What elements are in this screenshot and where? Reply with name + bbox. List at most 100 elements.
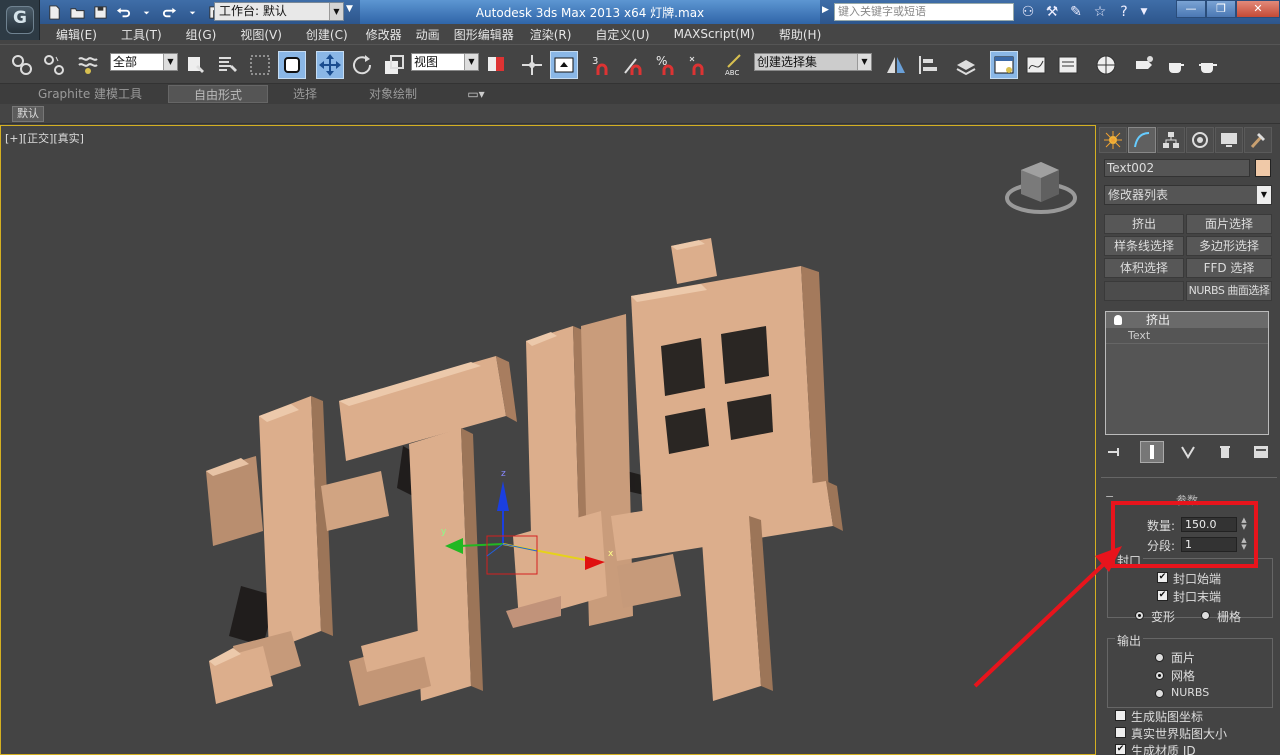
viewport-label[interactable]: [+][正交][真实] (5, 130, 84, 146)
viewcube[interactable] (1005, 162, 1077, 214)
gen-matid-checkbox[interactable]: ✔ (1115, 744, 1126, 755)
favorites-icon[interactable]: ☆ (1090, 2, 1110, 21)
ribbon-default-chip[interactable]: 默认 (12, 106, 44, 122)
redo-button[interactable] (159, 3, 179, 21)
grid-radio[interactable] (1201, 611, 1210, 620)
tab-create[interactable] (1099, 127, 1127, 153)
window-crossing-button[interactable] (278, 51, 306, 79)
output-nurbs-radio[interactable] (1155, 689, 1164, 698)
morph-radio[interactable] (1135, 611, 1144, 620)
menu-graph-editors[interactable]: 图形编辑器 (440, 26, 514, 43)
save-file-button[interactable] (90, 3, 110, 21)
tab-modify[interactable] (1128, 127, 1156, 153)
restore-button[interactable]: ❐ (1206, 0, 1236, 18)
tab-selection[interactable]: 选择 (270, 85, 340, 103)
percent-snap-button[interactable]: % (652, 51, 680, 79)
workspace-dropdown[interactable]: 工作台: 默认 ▼ (214, 2, 344, 21)
communication-icon[interactable]: ✎ (1066, 2, 1086, 21)
schematic-view-button[interactable] (1054, 51, 1082, 79)
unlink-button[interactable] (40, 51, 68, 79)
modifier-ffd-select-button[interactable]: FFD 选择 (1186, 258, 1272, 278)
lightbulb-icon[interactable] (1114, 315, 1122, 325)
keyboard-shortcut-override-button[interactable] (550, 51, 578, 79)
tab-display[interactable] (1215, 127, 1243, 153)
modifier-vol-select-button[interactable]: 体积选择 (1104, 258, 1184, 278)
select-and-scale-button[interactable] (380, 51, 408, 79)
modifier-list-dropdown[interactable]: 修改器列表 ▼ (1104, 185, 1272, 205)
remove-modifier-button[interactable] (1213, 441, 1237, 463)
rect-selection-region-button[interactable] (246, 51, 274, 79)
material-editor-button[interactable] (1092, 51, 1120, 79)
menu-maxscript[interactable]: MAXScript(M) (650, 27, 755, 41)
angle-snap-button[interactable] (620, 51, 648, 79)
render-production-button[interactable] (1194, 51, 1222, 79)
layer-manager-button[interactable] (952, 51, 980, 79)
menu-tools[interactable]: 工具(T) (97, 26, 162, 43)
named-selection-dropdown[interactable]: 创建选择集 ▼ (754, 53, 872, 71)
bind-space-warp-button[interactable] (74, 51, 102, 79)
modifier-extrude-button[interactable]: 挤出 (1104, 214, 1184, 234)
menu-rendering[interactable]: 渲染(R) (514, 26, 572, 43)
menu-animation[interactable]: 动画 (402, 26, 440, 43)
cap-start-checkbox[interactable]: ✔ (1157, 572, 1168, 583)
object-name-field[interactable]: Text002 (1104, 159, 1250, 177)
make-unique-button[interactable] (1176, 441, 1200, 463)
render-setup-button[interactable] (1130, 51, 1158, 79)
modifier-poly-select-button[interactable]: 多边形选择 (1186, 236, 1272, 256)
modifier-spline-select-button[interactable]: 样条线选择 (1104, 236, 1184, 256)
select-and-link-button[interactable] (8, 51, 36, 79)
menu-create[interactable]: 创建(C) (282, 26, 348, 43)
new-file-button[interactable] (44, 3, 64, 21)
modifier-nurbs-select-button[interactable]: NURBS 曲面选择 (1186, 281, 1272, 301)
rendered-frame-window-button[interactable] (1162, 51, 1190, 79)
tab-motion[interactable] (1186, 127, 1214, 153)
real-world-checkbox[interactable]: ✔ (1115, 727, 1126, 738)
redo-dropdown[interactable] (182, 3, 202, 21)
workspace-extra-arrow[interactable]: ▼ (346, 4, 353, 14)
select-object-button[interactable] (182, 51, 210, 79)
pin-stack-button[interactable] (1103, 441, 1127, 463)
close-button[interactable]: ✕ (1236, 0, 1280, 18)
show-end-result-button[interactable] (1139, 441, 1164, 463)
menu-group[interactable]: 组(G) (162, 26, 217, 43)
menu-views[interactable]: 视图(V) (216, 26, 282, 43)
open-file-button[interactable] (67, 3, 87, 21)
pivot-center-button[interactable] (482, 51, 510, 79)
help-dropdown-icon[interactable]: ▼ (1138, 2, 1150, 21)
stack-item-extrude[interactable]: 挤出 (1106, 312, 1268, 328)
output-mesh-radio[interactable] (1155, 671, 1164, 680)
modifier-empty-button[interactable] (1104, 281, 1184, 301)
binoculars-icon[interactable]: ⚇ (1018, 2, 1038, 21)
object-color-swatch[interactable] (1255, 159, 1271, 177)
gen-mapping-checkbox[interactable]: ✔ (1115, 710, 1126, 721)
selection-filter-dropdown[interactable]: 全部 ▼ (110, 53, 178, 71)
minimize-button[interactable]: — (1176, 0, 1206, 18)
search-expand-icon[interactable]: ▶ (822, 5, 829, 15)
cap-end-checkbox[interactable]: ✔ (1157, 590, 1168, 601)
select-and-move-button[interactable] (316, 51, 344, 79)
menu-help[interactable]: 帮助(H) (755, 26, 821, 43)
tab-graphite-modeling[interactable]: Graphite 建模工具 (20, 85, 160, 103)
spinner-snap-button[interactable] (684, 51, 712, 79)
menu-customize[interactable]: 自定义(U) (571, 26, 649, 43)
mirror-button[interactable] (882, 51, 910, 79)
manipulate-button[interactable] (518, 51, 546, 79)
tab-object-paint[interactable]: 对象绘制 (355, 85, 431, 103)
select-and-rotate-button[interactable] (348, 51, 376, 79)
search-input[interactable]: 键入关键字或短语 (834, 3, 1014, 21)
reference-coordinate-dropdown[interactable]: 视图 ▼ (411, 53, 479, 71)
curve-editor-button[interactable] (1022, 51, 1050, 79)
select-by-name-button[interactable] (214, 51, 242, 79)
viewport-front[interactable]: z y x [+][正交][真实] (0, 125, 1096, 755)
stack-item-text[interactable]: Text (1106, 328, 1268, 344)
configure-modifier-sets-button[interactable] (1249, 441, 1273, 463)
modifier-patch-select-button[interactable]: 面片选择 (1186, 214, 1272, 234)
modifier-stack[interactable]: 挤出 Text (1105, 311, 1269, 435)
help-icon[interactable]: ? (1114, 2, 1134, 21)
tab-hierarchy[interactable] (1157, 127, 1185, 153)
scene-explorer-button[interactable] (990, 51, 1018, 79)
output-patch-radio[interactable] (1155, 653, 1164, 662)
tab-freeform[interactable]: 自由形式 (168, 85, 268, 103)
edit-named-selection-button[interactable]: ABC (720, 51, 748, 79)
ribbon-options-icon[interactable]: ▭▾ (462, 85, 490, 103)
